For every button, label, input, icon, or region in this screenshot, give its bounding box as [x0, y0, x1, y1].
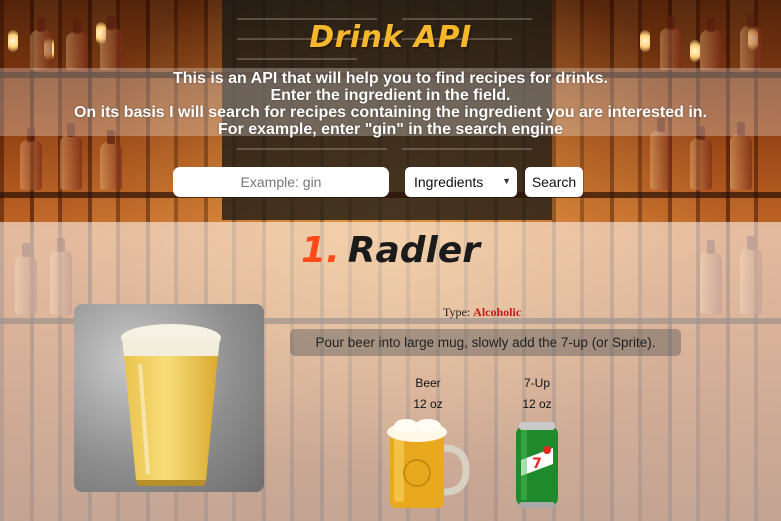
ingredient-name: Beer — [415, 376, 441, 390]
drink-photo — [74, 304, 264, 492]
ingredient-amount: 12 oz — [413, 397, 443, 411]
drink-name: Radler — [347, 230, 481, 271]
search-type-selected-value: Ingredients — [414, 174, 484, 190]
ingredient-name: 7-Up — [523, 376, 550, 390]
ingredient-amount: 12 oz — [522, 397, 552, 411]
app-title: Drink API — [309, 20, 472, 55]
search-bar: Ingredients ▼ Search — [0, 167, 781, 197]
drink-instructions: Pour beer into large mug, slowly add the… — [290, 329, 681, 356]
search-button[interactable]: Search — [525, 167, 583, 197]
dropdown-arrow-icon: ▼ — [502, 176, 511, 186]
intro-text-block: This is an API that will help you to fin… — [0, 68, 781, 138]
ingredient-search-input[interactable] — [173, 167, 389, 197]
svg-text:7: 7 — [532, 456, 542, 472]
type-label: Type: — [443, 305, 471, 319]
ingredient-item: 7-Up 12 oz — [492, 376, 582, 418]
beer-mug-icon — [386, 418, 470, 516]
type-value: Alcoholic — [473, 305, 522, 319]
soda-can-icon: 7 — [513, 420, 561, 514]
intro-line: On its basis I will search for recipes c… — [73, 104, 708, 121]
intro-line: For example, enter "gin" in the search e… — [217, 121, 564, 138]
intro-line: Enter the ingredient in the field. — [270, 87, 511, 104]
result-number: 1. — [300, 230, 340, 271]
drink-type: Type: Alcoholic — [443, 305, 521, 320]
drink-title: 1. Radler — [0, 230, 781, 271]
search-type-select[interactable]: Ingredients ▼ — [405, 167, 517, 197]
radler-glass-image — [121, 324, 221, 486]
intro-line: This is an API that will help you to fin… — [172, 70, 609, 87]
ingredient-item: Beer 12 oz — [383, 376, 473, 418]
